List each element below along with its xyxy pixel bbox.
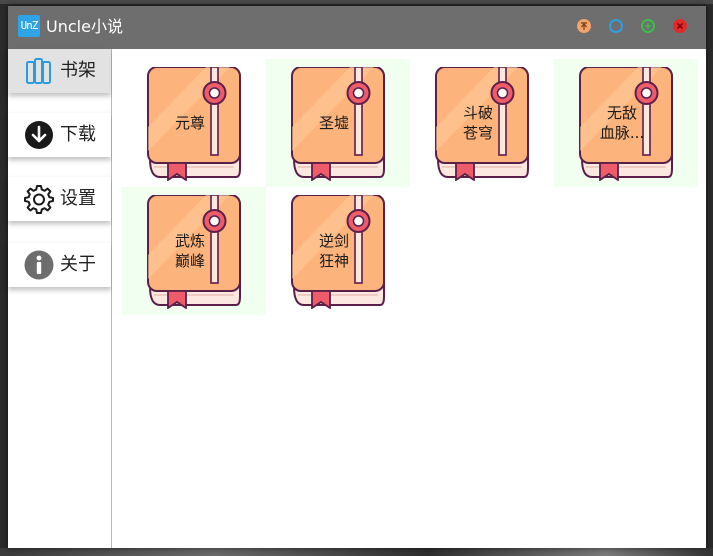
desktop-background — [0, 0, 713, 4]
book-title: 斗破 苍穹 — [462, 104, 493, 142]
sidebar-item-about[interactable]: 关于 — [8, 243, 111, 287]
app-logo-icon: UnZ — [18, 15, 40, 37]
gear-icon — [24, 185, 54, 214]
desktop-background-bottom — [0, 548, 713, 556]
book-title: 逆剑 狂神 — [318, 232, 349, 270]
sidebar-item-label: 关于 — [60, 254, 96, 275]
book-title: 元尊 — [174, 114, 205, 132]
book-title: 武炼 巅峰 — [174, 232, 205, 270]
app-window: UnZ Uncle小说 书架 下载 设置 关于 元尊 圣墟 斗破 苍穹 无敌 血… — [8, 6, 706, 548]
book-card[interactable]: 圣墟 — [266, 59, 410, 187]
sidebar-item-label: 设置 — [60, 188, 96, 209]
sidebar-item-label: 下载 — [60, 124, 96, 145]
sidebar-item-settings[interactable]: 设置 — [8, 177, 111, 221]
info-icon — [24, 250, 54, 280]
sidebar-item-label: 书架 — [60, 60, 96, 81]
sidebar-item-bookshelf[interactable]: 书架 — [8, 49, 111, 93]
book-card[interactable]: 逆剑 狂神 — [266, 187, 410, 315]
pin-icon[interactable] — [577, 19, 591, 33]
book-card[interactable]: 斗破 苍穹 — [410, 59, 554, 187]
window-title: Uncle小说 — [46, 17, 123, 36]
sidebar-item-download[interactable]: 下载 — [8, 113, 111, 157]
bookshelf-icon — [26, 58, 51, 84]
settings-icon[interactable] — [609, 19, 623, 33]
sidebar: 书架 下载 设置 关于 — [8, 49, 112, 548]
title-bar[interactable]: UnZ Uncle小说 — [8, 6, 706, 49]
book-card[interactable]: 元尊 — [122, 59, 266, 187]
download-icon — [25, 121, 53, 149]
maximize-icon[interactable] — [641, 19, 655, 33]
bookshelf-grid: 元尊 圣墟 斗破 苍穹 无敌 血脉... 武炼 巅峰 逆剑 狂神 — [112, 49, 706, 548]
book-card[interactable]: 武炼 巅峰 — [122, 187, 266, 315]
close-icon[interactable] — [673, 19, 687, 33]
book-card[interactable]: 无敌 血脉... — [554, 59, 698, 187]
book-title: 无敌 血脉... — [599, 104, 645, 142]
book-title: 圣墟 — [318, 114, 349, 132]
